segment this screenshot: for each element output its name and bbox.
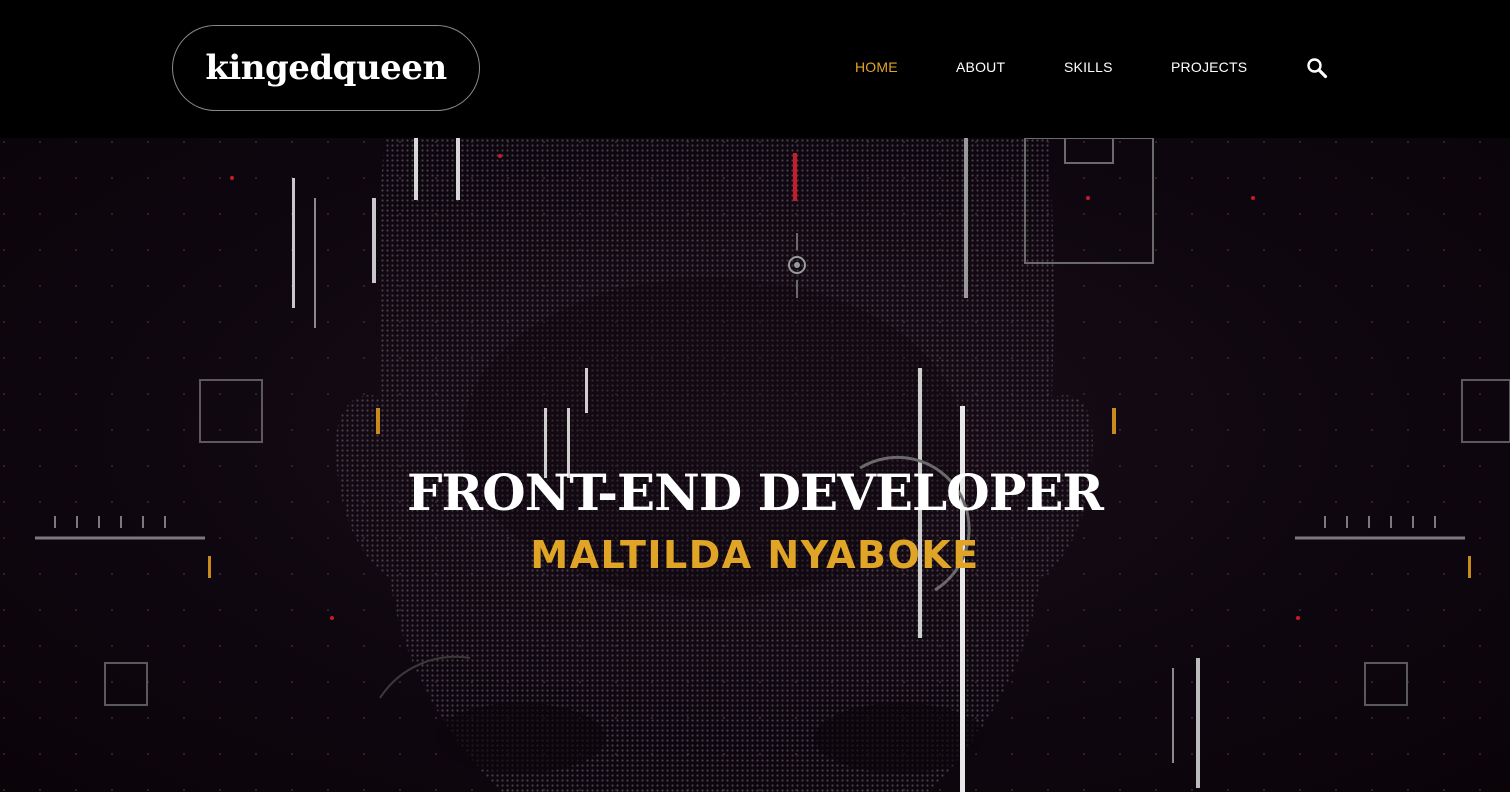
hero-subtitle: MALTILDA NYABOKE [530,533,980,577]
search-icon [1307,58,1328,79]
hero-title: FRONT-END DEVELOPER [407,463,1104,522]
nav-skills-link[interactable]: SKILLS [1064,59,1113,75]
nav-about-link[interactable]: ABOUT [956,59,1005,75]
nav-home-link[interactable]: HOME [855,59,898,75]
site-header: kingedqueen HOME ABOUT SKILLS PROJECTS [0,0,1510,138]
nav-projects-link[interactable]: PROJECTS [1171,59,1247,75]
main-nav: HOME ABOUT SKILLS PROJECTS [0,0,1510,138]
search-button[interactable] [1306,57,1328,79]
hero-section: FRONT-END DEVELOPER MALTILDA NYABOKE [0,138,1510,792]
